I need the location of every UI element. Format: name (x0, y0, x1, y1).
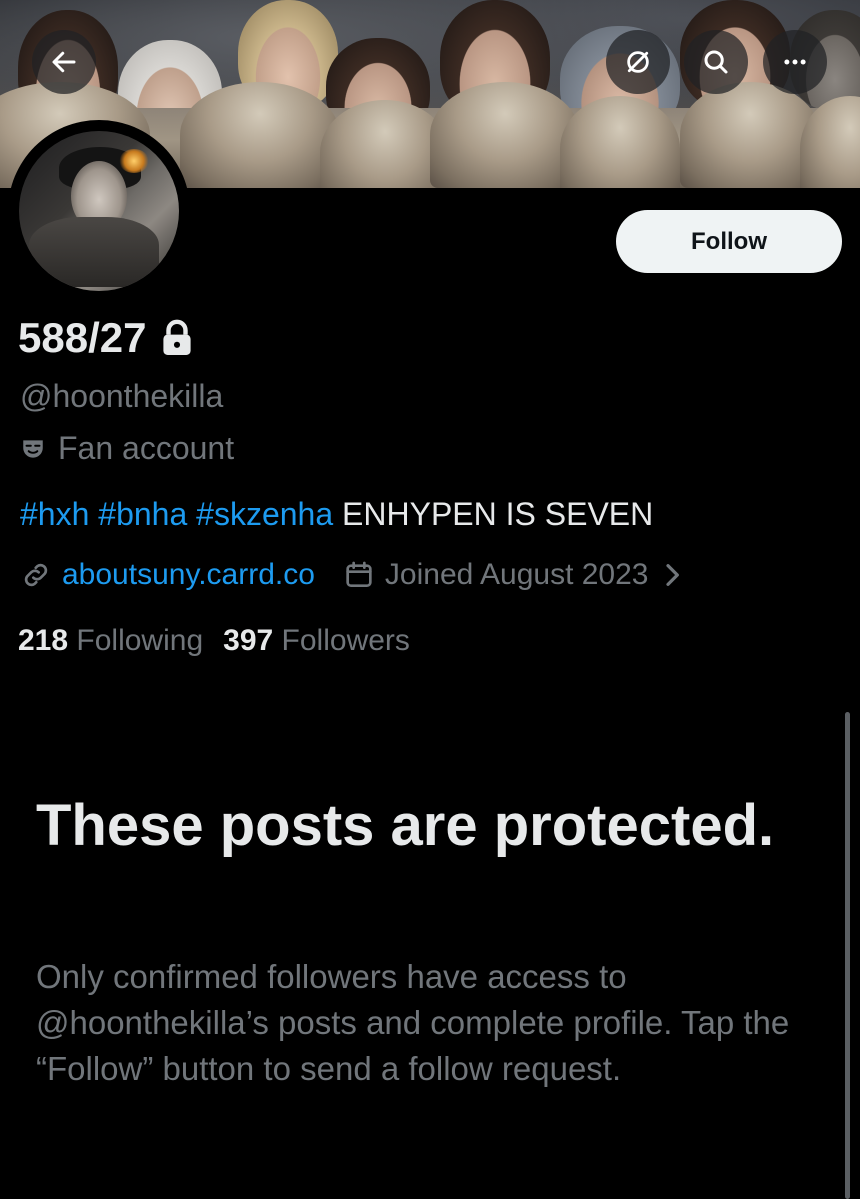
follow-button[interactable]: Follow (616, 210, 842, 273)
followers-link[interactable]: 397 Followers (223, 624, 410, 658)
arrow-left-icon (52, 51, 76, 73)
profile-stats: 218 Following 397 Followers (18, 624, 410, 658)
mute-button[interactable] (606, 30, 670, 94)
profile-screen: Follow 588/27 @hoonthekilla Fan account … (0, 0, 860, 1199)
avatar (19, 131, 179, 291)
banner-tile (180, 82, 340, 188)
profile-name-row: 588/27 (18, 314, 194, 362)
calendar-icon (346, 561, 372, 587)
search-button[interactable] (684, 30, 748, 94)
hashtag-link[interactable]: #skzenha (196, 496, 333, 532)
followers-label: Followers (281, 624, 410, 657)
avatar-glare (119, 149, 149, 173)
joined-date[interactable]: Joined August 2023 (385, 558, 649, 592)
banner-tile (430, 82, 580, 188)
display-name: 588/27 (18, 314, 147, 361)
protected-description: Only confirmed followers have access to … (36, 958, 790, 1087)
banner-tile (680, 82, 820, 188)
more-button[interactable] (763, 30, 827, 94)
more-horizontal-icon (784, 59, 806, 65)
chevron-right-icon[interactable] (656, 559, 688, 591)
following-count: 218 (18, 624, 69, 657)
bio-text: ENHYPEN IS SEVEN (342, 496, 654, 532)
slashed-circle-icon (627, 51, 649, 73)
following-label: Following (76, 624, 204, 657)
mask-icon (23, 439, 43, 458)
website-link[interactable]: aboutsuny.carrd.co (62, 558, 315, 592)
hashtag-link[interactable]: #bnha (98, 496, 187, 532)
avatar-arm (29, 217, 159, 287)
profile-handle: @hoonthekilla (20, 378, 224, 414)
protected-title: These posts are protected. (36, 793, 775, 858)
search-icon (704, 50, 728, 74)
lock-icon (163, 319, 192, 355)
profile-meta: aboutsuny.carrd.co Joined August 2023 (20, 558, 688, 592)
hashtag-link[interactable]: #hxh (20, 496, 89, 532)
avatar-container[interactable] (8, 120, 190, 302)
profile-category: Fan account (20, 430, 234, 467)
followers-count: 397 (223, 624, 274, 657)
following-link[interactable]: 218 Following (18, 624, 203, 658)
link-icon (24, 563, 48, 587)
back-button[interactable] (32, 30, 96, 94)
scrollbar[interactable] (845, 712, 850, 1199)
profile-bio: #hxh #bnha #skzenha ENHYPEN IS SEVEN (20, 496, 653, 533)
category-label: Fan account (58, 430, 235, 466)
